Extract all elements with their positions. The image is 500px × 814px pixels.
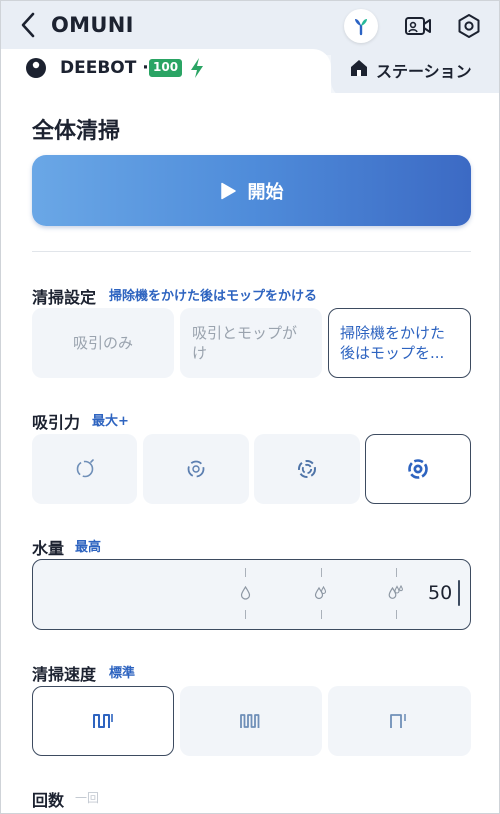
water-title: 水量: [32, 539, 65, 558]
water-drop-medium-icon: [314, 586, 327, 600]
mode-option-vacuum-and-mop[interactable]: 吸引とモップが け: [180, 308, 322, 378]
robot-status-row: DEEBOT · 100 ステーション: [1, 49, 499, 99]
suction-value: 最大+: [92, 414, 129, 429]
gear-icon: [458, 14, 480, 38]
home-icon: [351, 60, 367, 76]
slider-tick: [321, 610, 322, 619]
robot-name: DEEBOT ·: [60, 58, 149, 78]
app-title: OMUNI: [51, 13, 134, 37]
station-label: ステーション: [376, 62, 472, 81]
suction-option-max-plus[interactable]: [365, 434, 471, 504]
settings-button[interactable]: [452, 9, 486, 43]
water-level-value: 50: [428, 582, 453, 604]
suction-option-max[interactable]: [254, 434, 360, 504]
slider-tick: [245, 568, 246, 577]
suction-level-3-icon: [298, 460, 316, 478]
water-drop-high-icon: [388, 585, 403, 599]
suction-option-quiet[interactable]: [32, 434, 137, 504]
quick-path-icon: [389, 714, 406, 728]
back-chevron-icon[interactable]: [15, 9, 43, 41]
standard-path-icon: [93, 714, 113, 728]
deep-path-icon: [240, 714, 260, 728]
start-label: 開始: [247, 181, 284, 203]
page-title: 全体清掃: [32, 119, 121, 144]
passes-value: 一回: [75, 791, 100, 805]
speed-title: 清掃速度: [32, 665, 97, 684]
mode-option-label: 吸引とモップが け: [192, 324, 298, 362]
water-value-label: 最高: [75, 540, 102, 555]
mode-option-vacuum-only[interactable]: 吸引のみ: [32, 308, 174, 378]
cleaning-panel: 全体清掃 開始 清掃設定 掃除機をかけた後はモップをかける 吸引のみ 吸引とモッ…: [1, 93, 499, 813]
water-level-slider[interactable]: 50: [32, 559, 471, 630]
slider-tick: [245, 610, 246, 619]
speed-option-standard[interactable]: [32, 686, 174, 756]
robot-selector[interactable]: DEEBOT · 100: [1, 49, 331, 99]
slider-tick: [396, 610, 397, 619]
mode-option-vacuum-then-mop[interactable]: 掃除機をかけた 後はモップを...: [328, 308, 471, 378]
fan-button[interactable]: [344, 9, 378, 43]
speed-option-quick[interactable]: [328, 686, 471, 756]
battery-badge: 100: [149, 59, 183, 77]
station-tab[interactable]: ステーション: [331, 49, 499, 99]
fan-icon: [355, 19, 367, 36]
suction-level-1-icon: [76, 459, 94, 478]
slider-tick: [396, 568, 397, 577]
cleaning-mode-title: 清掃設定: [32, 288, 97, 307]
passes-title: 回数: [32, 791, 65, 810]
divider: [32, 251, 471, 252]
speed-value: 標準: [109, 666, 136, 681]
suction-title: 吸引力: [32, 413, 81, 432]
top-bar: OMUNI: [1, 1, 499, 55]
mode-option-label: 掃除機をかけた 後はモップを...: [340, 324, 446, 362]
app-frame: OMUNI DEEBOT · 100 ステーション 全体清掃 開始 清掃設定 掃…: [0, 0, 500, 814]
robot-icon: [26, 58, 46, 78]
water-drop-low-icon: [240, 586, 251, 600]
video-camera-button[interactable]: [401, 9, 435, 43]
start-button[interactable]: 開始: [32, 155, 471, 226]
play-icon: [220, 182, 236, 199]
cleaning-mode-value: 掃除機をかけた後はモップをかける: [109, 289, 318, 304]
lightning-icon: [191, 58, 203, 78]
suction-level-2-icon: [187, 460, 205, 478]
video-camera-icon: [405, 17, 431, 35]
suction-level-4-icon: [408, 459, 428, 479]
slider-tick: [321, 568, 322, 577]
mode-option-label: 吸引のみ: [72, 334, 133, 352]
suction-option-standard[interactable]: [143, 434, 249, 504]
slider-thumb[interactable]: [458, 580, 460, 606]
speed-option-deep[interactable]: [180, 686, 322, 756]
